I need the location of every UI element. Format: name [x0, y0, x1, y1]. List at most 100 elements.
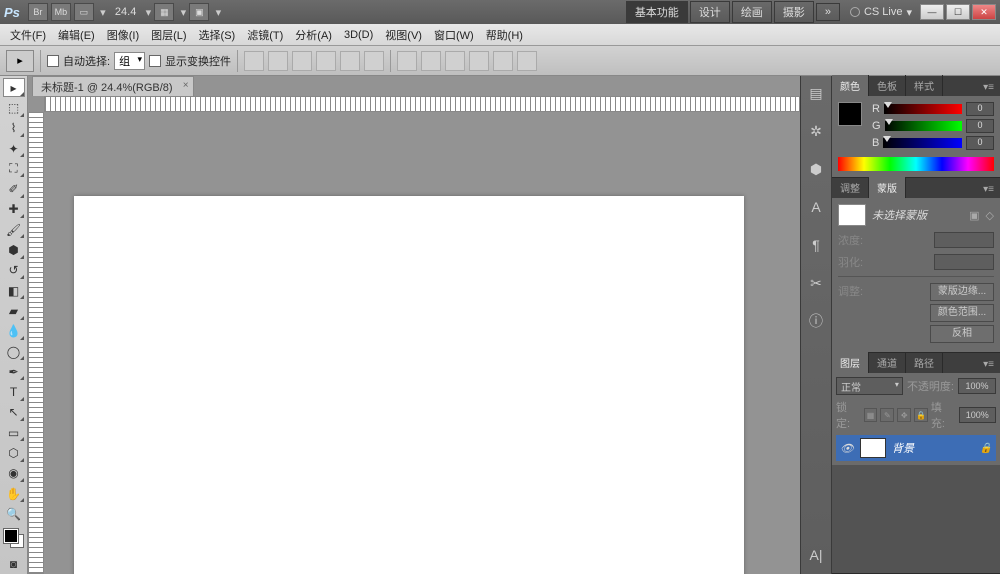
align-icon-4[interactable] [316, 51, 336, 71]
pen-tool[interactable]: ✒ [3, 362, 25, 381]
adjustments-tab[interactable]: 调整 [832, 177, 869, 198]
horizontal-ruler[interactable] [44, 96, 800, 112]
path-tool[interactable]: ↖ [3, 403, 25, 422]
workspace-more[interactable]: » [816, 3, 840, 21]
eraser-tool[interactable]: ◧ [3, 281, 25, 300]
panel-menu-icon[interactable]: ▾≡ [977, 79, 1000, 96]
blur-tool[interactable]: 💧 [3, 322, 25, 341]
panel-menu-icon[interactable]: ▾≡ [977, 356, 1000, 373]
wand-tool[interactable]: ✦ [3, 139, 25, 158]
align-icon-3[interactable] [292, 51, 312, 71]
align-icon-2[interactable] [268, 51, 288, 71]
arrange-icon[interactable]: ▦ [154, 3, 174, 21]
3d-tool[interactable]: ⬡ [3, 443, 25, 462]
menu-image[interactable]: 图像(I) [101, 25, 145, 45]
zoom-tool[interactable]: 🔍 [3, 504, 25, 523]
dist-icon-2[interactable] [421, 51, 441, 71]
workspace-design[interactable]: 设计 [690, 1, 730, 23]
screen-mode-icon[interactable]: ▭ [74, 3, 94, 21]
invert-button[interactable]: 反相 [930, 325, 994, 343]
opacity-field[interactable]: 100% [958, 378, 996, 394]
dist-icon-5[interactable] [493, 51, 513, 71]
zoom-dropdown[interactable]: ▾ [142, 6, 154, 19]
document-tab[interactable]: 未标题-1 @ 24.4%(RGB/8) × [32, 76, 194, 96]
dist-icon-1[interactable] [397, 51, 417, 71]
dodge-tool[interactable]: ◯ [3, 342, 25, 361]
panel-menu-icon[interactable]: ▾≡ [977, 181, 1000, 198]
brush-tool[interactable]: 🖌 [3, 220, 25, 239]
blend-mode-dropdown[interactable]: 正常 [836, 377, 903, 395]
screen-mode-dropdown[interactable]: ▾ [97, 6, 109, 19]
hand-tool[interactable]: ✋ [3, 484, 25, 503]
heal-tool[interactable]: ✚ [3, 200, 25, 219]
brush-preset-icon[interactable]: ✲ [805, 120, 827, 142]
menu-help[interactable]: 帮助(H) [480, 25, 529, 45]
pixel-mask-icon[interactable]: ▣ [969, 209, 979, 222]
feather-field[interactable] [934, 254, 994, 270]
menu-layer[interactable]: 图层(L) [145, 25, 192, 45]
paths-tab[interactable]: 路径 [906, 352, 943, 373]
character-icon[interactable]: A [805, 196, 827, 218]
history-icon[interactable]: ▤ [805, 82, 827, 104]
maximize-button[interactable]: ☐ [946, 4, 970, 20]
type-tool[interactable]: T [3, 382, 25, 401]
workspace-paint[interactable]: 绘画 [732, 1, 772, 23]
current-tool-icon[interactable]: ▸ [6, 50, 34, 72]
move-tool[interactable]: ▸ [3, 78, 25, 97]
color-swatch[interactable] [4, 529, 24, 548]
color-range-button[interactable]: 颜色范围... [930, 304, 994, 322]
foreground-swatch[interactable] [838, 102, 862, 126]
layer-thumbnail[interactable] [860, 438, 886, 458]
g-slider[interactable] [885, 121, 962, 131]
stamp-tool[interactable]: ⬢ [3, 240, 25, 259]
channels-tab[interactable]: 通道 [869, 352, 906, 373]
showtransform-checkbox[interactable] [149, 55, 161, 67]
menu-view[interactable]: 视图(V) [379, 25, 428, 45]
camera-tool[interactable]: ◉ [3, 464, 25, 483]
close-tab-icon[interactable]: × [183, 80, 189, 91]
vector-mask-icon[interactable]: ◇ [986, 209, 994, 222]
cslive-button[interactable]: CS Live▾ [850, 6, 912, 19]
styles-tab[interactable]: 样式 [906, 75, 943, 96]
g-value[interactable]: 0 [966, 119, 994, 133]
visibility-icon[interactable]: 👁 [840, 441, 854, 455]
layers-tab[interactable]: 图层 [832, 352, 869, 373]
spectrum-bar[interactable] [838, 157, 994, 171]
vertical-ruler[interactable] [28, 112, 44, 574]
dist-icon-3[interactable] [445, 51, 465, 71]
r-slider[interactable] [884, 104, 962, 114]
gradient-tool[interactable]: ▰ [3, 301, 25, 320]
b-slider[interactable] [883, 138, 962, 148]
menu-select[interactable]: 选择(S) [193, 25, 242, 45]
screen-icon[interactable]: ▣ [189, 3, 209, 21]
dist-icon-6[interactable] [517, 51, 537, 71]
b-value[interactable]: 0 [966, 136, 994, 150]
canvas[interactable] [74, 196, 744, 574]
workspace-photo[interactable]: 摄影 [774, 1, 814, 23]
lock-all-icon[interactable]: 🔒 [914, 408, 928, 422]
lock-position-icon[interactable]: ✥ [897, 408, 911, 422]
align-icon-6[interactable] [364, 51, 384, 71]
marquee-tool[interactable]: ⬚ [3, 98, 25, 117]
autoselect-dropdown[interactable]: 组 [114, 52, 145, 70]
menu-window[interactable]: 窗口(W) [428, 25, 480, 45]
close-button[interactable]: ✕ [972, 4, 996, 20]
swatches-tab[interactable]: 色板 [869, 75, 906, 96]
menu-file[interactable]: 文件(F) [4, 25, 52, 45]
lock-transparent-icon[interactable]: ▦ [864, 408, 878, 422]
eyedropper-tool[interactable]: ✐ [3, 179, 25, 198]
workspace-basic[interactable]: 基本功能 [626, 1, 688, 23]
fill-field[interactable]: 100% [959, 407, 996, 423]
masks-tab[interactable]: 蒙版 [869, 177, 906, 198]
paragraph-icon[interactable]: ¶ [805, 234, 827, 256]
layer-background[interactable]: 👁 背景 🔒 [836, 435, 996, 461]
screen-dropdown[interactable]: ▾ [212, 6, 224, 19]
menu-analysis[interactable]: 分析(A) [289, 25, 338, 45]
dist-icon-4[interactable] [469, 51, 489, 71]
lock-pixels-icon[interactable]: ✎ [880, 408, 894, 422]
mask-edge-button[interactable]: 蒙版边缘... [930, 283, 994, 301]
tool-preset-icon[interactable]: ✂ [805, 272, 827, 294]
minimize-button[interactable]: — [920, 4, 944, 20]
menu-filter[interactable]: 滤镜(T) [241, 25, 289, 45]
bridge-icon[interactable]: Br [28, 3, 48, 21]
